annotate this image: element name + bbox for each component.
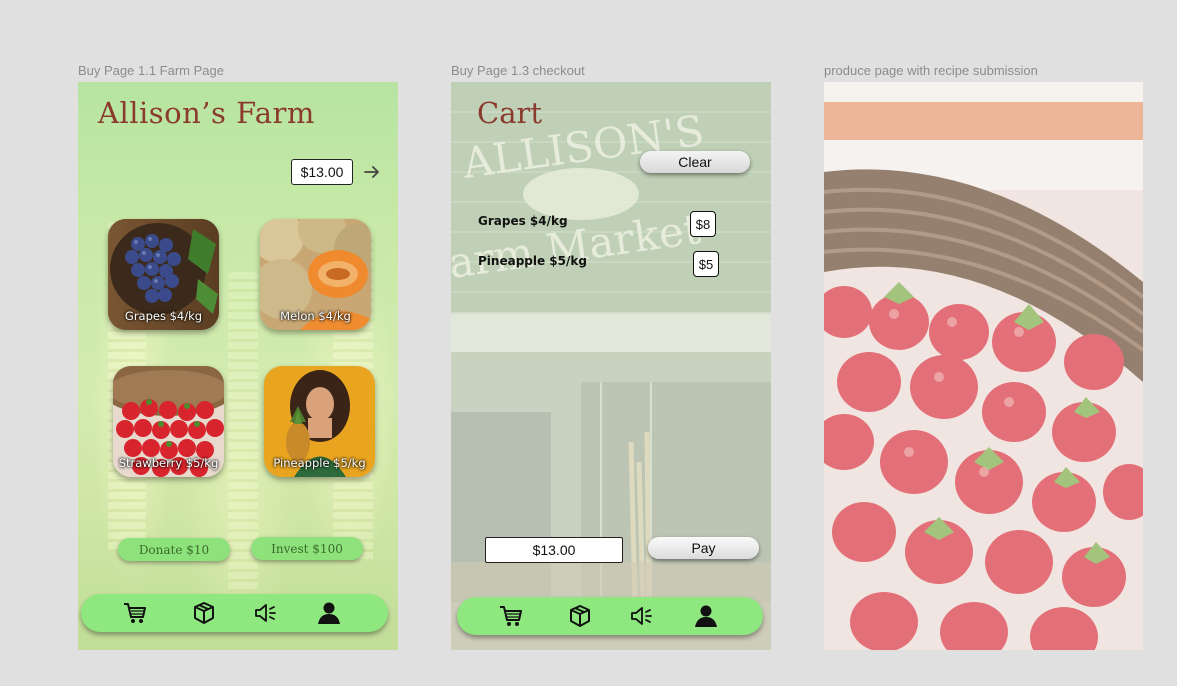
bottom-nav-bar <box>457 597 763 635</box>
speaker-icon[interactable] <box>253 600 279 626</box>
box-icon[interactable] <box>567 603 593 629</box>
frame-label-checkout: Buy Page 1.3 checkout <box>451 63 585 78</box>
product-label-grapes: Grapes $4/kg <box>124 309 203 323</box>
product-tile-pineapple[interactable]: Pineapple $5/kg <box>264 366 375 477</box>
cart-icon[interactable] <box>122 600 148 626</box>
pay-button[interactable]: Pay <box>648 537 759 559</box>
cart-item-price-grapes: $8 <box>690 211 716 237</box>
product-label-melon: Melon $4/kg <box>280 309 351 323</box>
speaker-icon[interactable] <box>629 603 655 629</box>
user-icon[interactable] <box>693 603 719 629</box>
cart-item-grapes: Grapes $4/kg <box>478 214 568 228</box>
product-tile-strawberry[interactable]: Strawberry $5/kg <box>113 366 224 477</box>
product-label-strawberry: Strawberry $5/kg <box>118 456 219 470</box>
strawberry-basket-image <box>824 82 1143 650</box>
cart-total-display[interactable]: $13.00 <box>291 159 353 185</box>
invest-button[interactable]: Invest $100 <box>251 537 363 560</box>
donate-button[interactable]: Donate $10 <box>118 538 230 561</box>
cart-item-price-pineapple: $5 <box>693 251 719 277</box>
checkout-total: $13.00 <box>485 537 623 563</box>
user-icon[interactable] <box>316 600 342 626</box>
bottom-nav-bar <box>81 594 388 632</box>
frame-label-produce: produce page with recipe submission <box>824 63 1038 78</box>
page-title: Allison’s Farm <box>98 96 315 130</box>
cart-icon[interactable] <box>498 603 524 629</box>
box-icon[interactable] <box>191 600 217 626</box>
product-tile-melon[interactable]: Melon $4/kg <box>260 219 371 330</box>
arrow-right-icon[interactable] <box>362 162 382 182</box>
page-title: Cart <box>477 96 542 130</box>
checkout-page-frame: ALLISON'S arm Market Cart Clear Grapes $… <box>451 82 771 650</box>
product-label-pineapple: Pineapple $5/kg <box>273 456 366 470</box>
clear-button[interactable]: Clear <box>640 151 750 173</box>
produce-page-frame <box>824 82 1143 650</box>
farm-page-frame: Allison’s Farm $13.00 Grapes $4/kg Melon… <box>78 82 398 650</box>
product-tile-grapes[interactable]: Grapes $4/kg <box>108 219 219 330</box>
frame-label-farm: Buy Page 1.1 Farm Page <box>78 63 224 78</box>
cart-item-pineapple: Pineapple $5/kg <box>478 254 587 268</box>
